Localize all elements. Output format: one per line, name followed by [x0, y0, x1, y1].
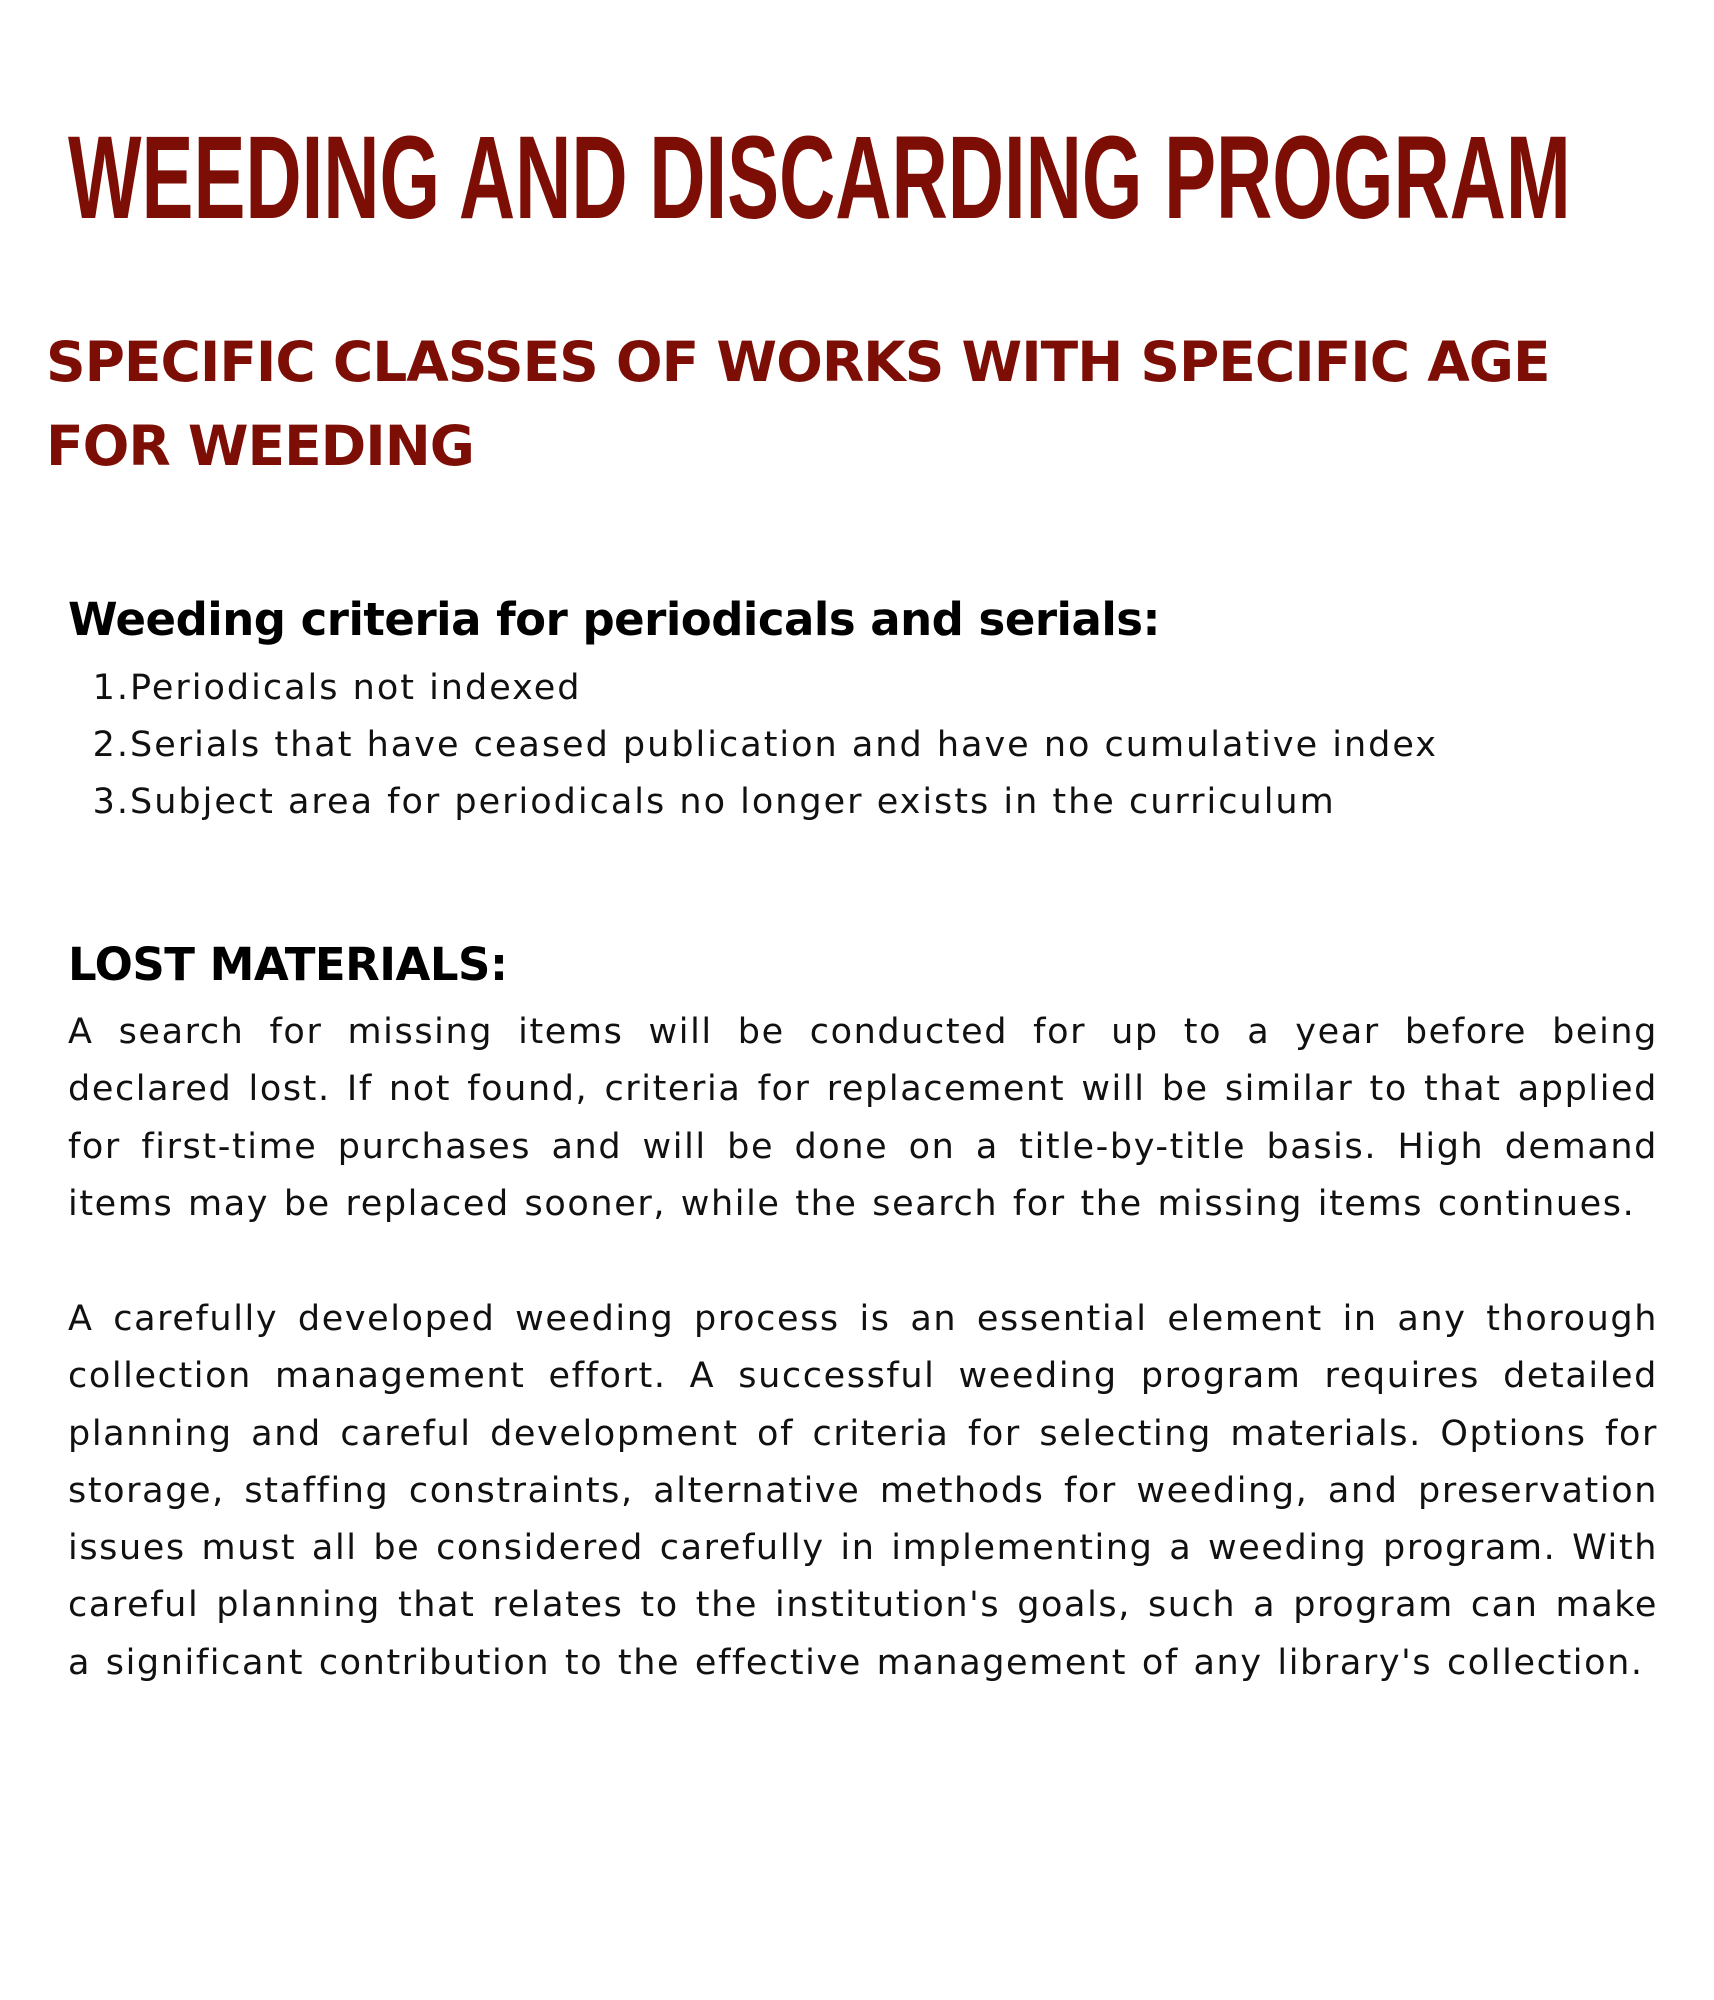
list-item-number: 3.	[92, 782, 130, 822]
criteria-heading: Weeding criteria for periodicals and ser…	[68, 593, 1161, 646]
lost-materials-heading: LOST MATERIALS:	[68, 938, 508, 991]
list-item-number: 1.	[92, 668, 130, 708]
page-subtitle: SPECIFIC CLASSES OF WORKS WITH SPECIFIC …	[46, 330, 1551, 478]
list-item-text: Serials that have ceased publication and…	[130, 725, 1439, 765]
lost-materials-paragraph: A search for missing items will be condu…	[68, 1012, 1658, 1224]
list-item: 2. Serials that have ceased publication …	[68, 717, 1438, 774]
page-title: WEEDING AND DISCARDING PROGRAM	[68, 112, 1571, 244]
list-item-text: Subject area for periodicals no longer e…	[130, 782, 1336, 822]
criteria-list: 1. Periodicals not indexed 2. Serials th…	[68, 660, 1438, 831]
list-item: 3. Subject area for periodicals no longe…	[68, 774, 1438, 831]
list-item: 1. Periodicals not indexed	[68, 660, 1438, 717]
list-item-number: 2.	[92, 725, 130, 765]
weeding-process-paragraph: A carefully developed weeding process is…	[68, 1299, 1658, 1683]
list-item-text: Periodicals not indexed	[130, 668, 582, 708]
